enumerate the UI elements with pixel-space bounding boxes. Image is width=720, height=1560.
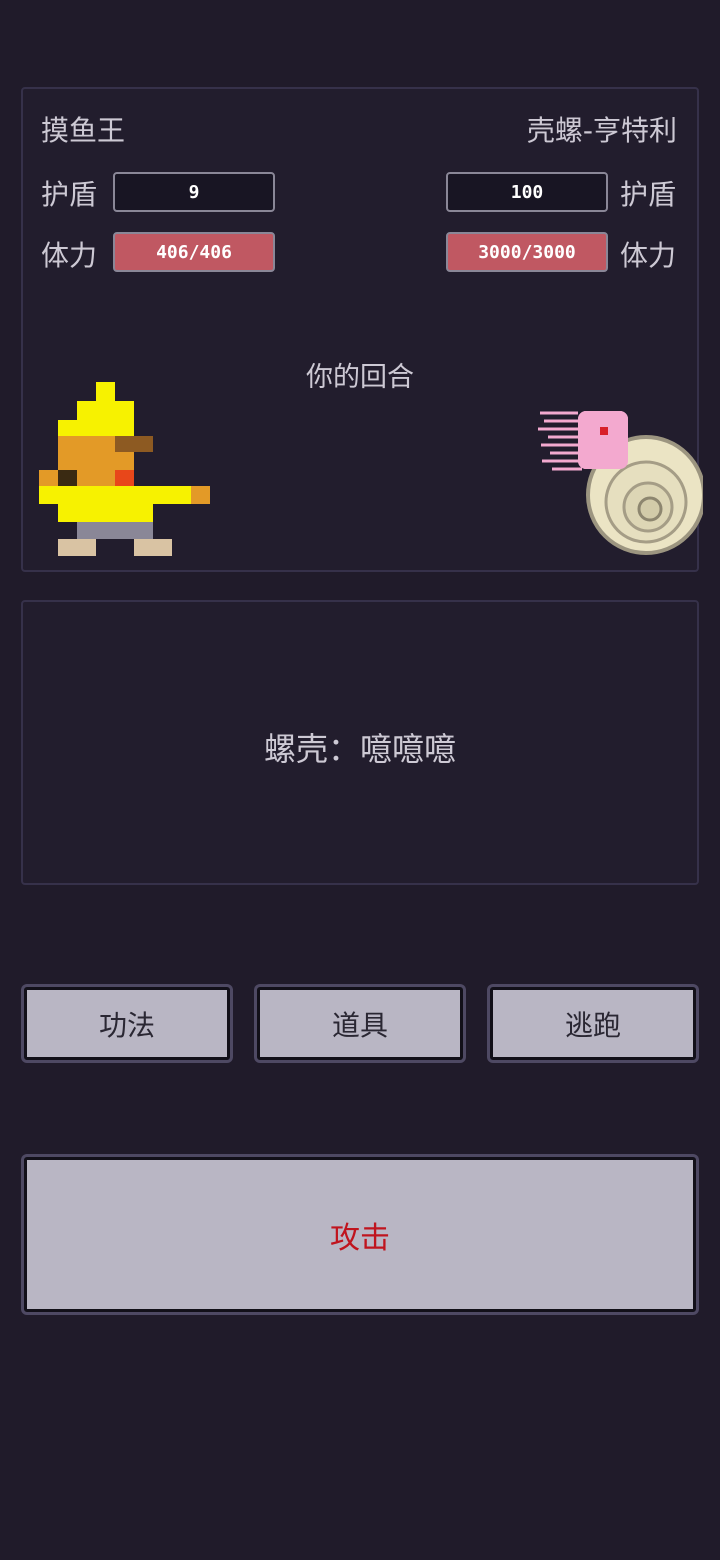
player-shield-bar: 9 [113,172,275,212]
enemy-hp-bar: 3000/3000 [446,232,608,272]
enemy-name: 壳螺-亨特利 [526,114,677,147]
flee-button[interactable]: 逃跑 [490,987,696,1060]
skill-button[interactable]: 功法 [24,987,230,1060]
message-log-panel: 螺壳：噫噫噫 [21,600,699,885]
player-hp-label: 体力 [41,239,98,272]
enemy-shield-bar: 100 [446,172,608,212]
yellow-pixel-hero-icon [39,382,210,556]
attack-button[interactable]: 攻击 [24,1157,696,1312]
player-hp-bar: 406/406 [113,232,275,272]
enemy-hp-label: 体力 [620,239,677,272]
player-name: 摸鱼王 [41,114,126,147]
enemy-shield-label: 护盾 [620,178,677,211]
battle-panel: 摸鱼王 壳螺-亨特利 护盾 9 体力 406/406 100 护盾 3000/3… [21,87,703,572]
item-button[interactable]: 道具 [257,987,463,1060]
ammonite-squid-icon [538,411,703,555]
log-message: 螺壳：噫噫噫 [263,730,456,768]
player-shield-label: 护盾 [41,178,98,211]
